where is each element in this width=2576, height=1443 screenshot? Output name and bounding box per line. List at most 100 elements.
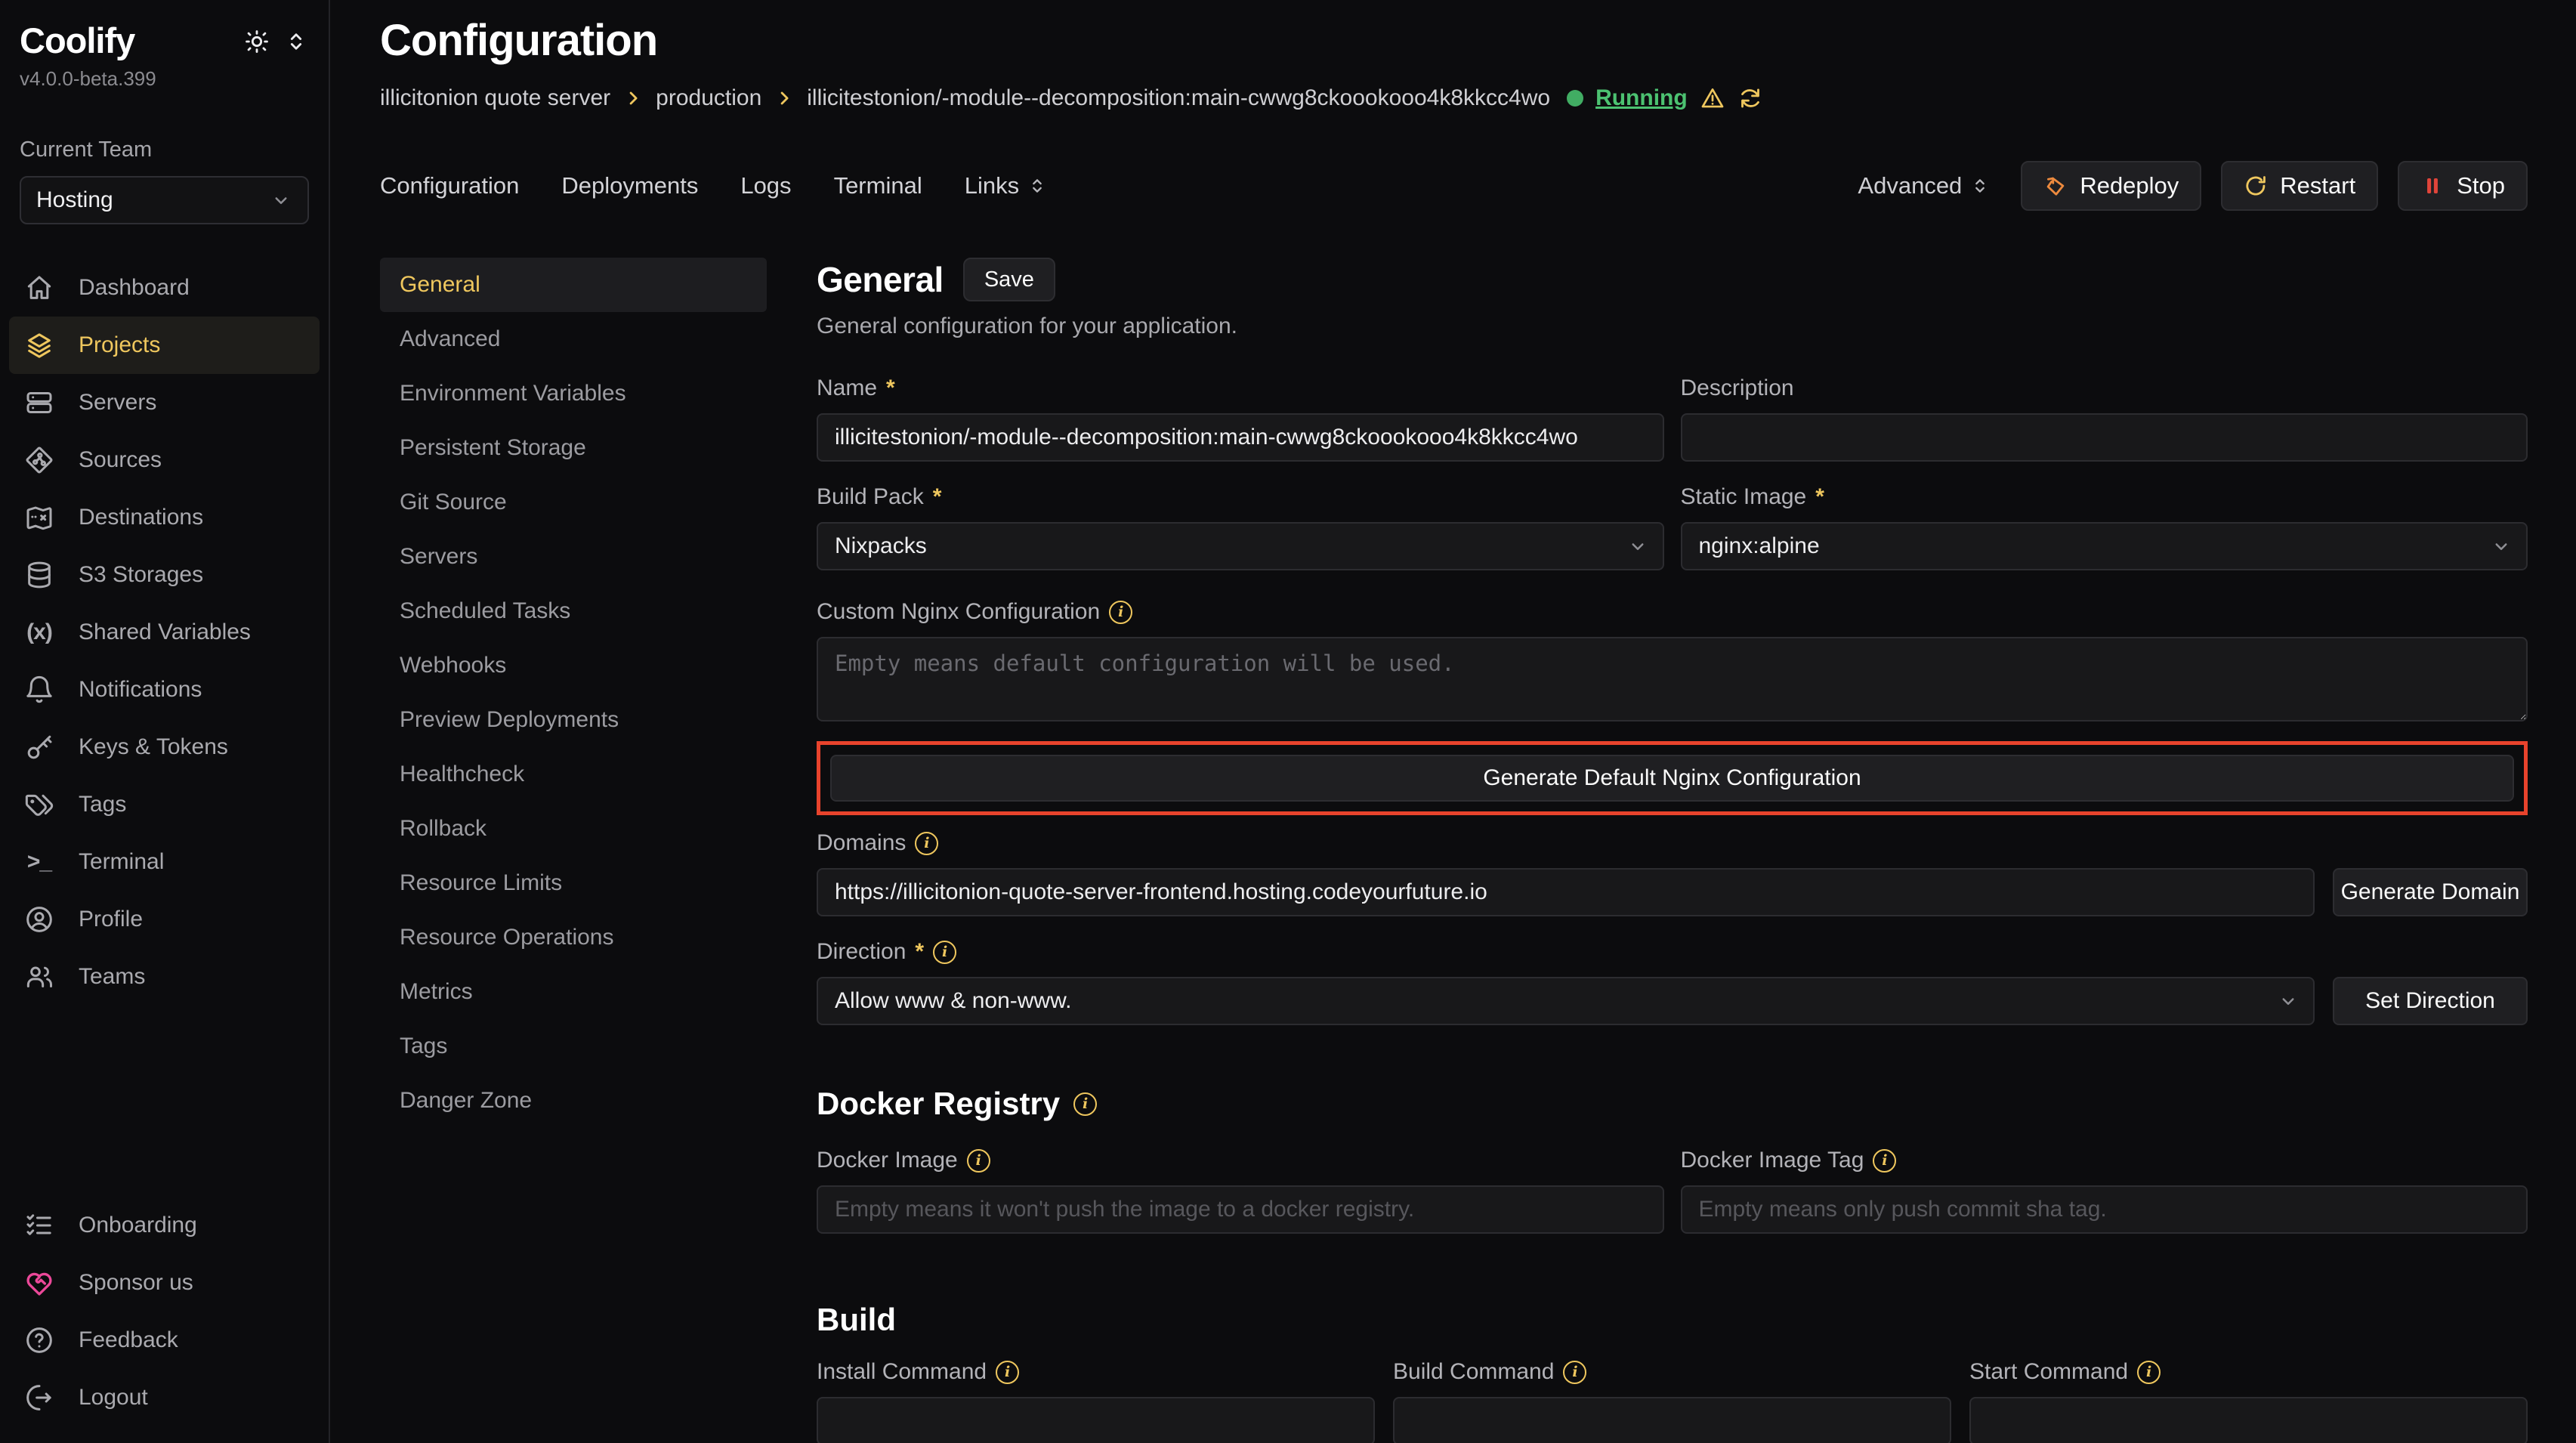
sidebar-item-servers[interactable]: Servers [9, 374, 320, 431]
sidebar-item-onboarding[interactable]: Onboarding [9, 1197, 320, 1254]
redeploy-icon [2043, 174, 2068, 198]
info-icon[interactable]: i [996, 1361, 1019, 1384]
sidebar-collapse-icon[interactable] [283, 29, 309, 54]
server-icon [24, 388, 54, 418]
status-running-link[interactable]: Running [1595, 85, 1688, 111]
docker-image-input[interactable] [817, 1185, 1664, 1234]
users-icon [24, 962, 54, 992]
breadcrumb-application[interactable]: illicitestonion/-module--decomposition:m… [807, 85, 1550, 111]
team-select[interactable]: Hosting [20, 176, 309, 224]
subnav-persistent-storage[interactable]: Persistent Storage [380, 421, 767, 475]
description-input[interactable] [1681, 413, 2528, 462]
direction-label: Direction* i [817, 939, 2528, 965]
app-logo: Coolify [20, 20, 134, 61]
restart-button[interactable]: Restart [2221, 161, 2378, 211]
chevrons-up-down-icon [1027, 175, 1048, 196]
info-icon[interactable]: i [915, 832, 938, 855]
subnav-preview-deployments[interactable]: Preview Deployments [380, 693, 767, 747]
save-button[interactable]: Save [963, 258, 1055, 301]
info-icon[interactable]: i [933, 941, 956, 964]
subnav-git-source[interactable]: Git Source [380, 475, 767, 530]
generate-nginx-button[interactable]: Generate Default Nginx Configuration [830, 755, 2514, 802]
info-icon[interactable]: i [967, 1149, 990, 1173]
install-command-input[interactable] [817, 1397, 1375, 1443]
action-buttons: Advanced Redeploy Restart Stop [1858, 161, 2528, 211]
advanced-dropdown[interactable]: Advanced [1858, 172, 1991, 199]
subnav-tags[interactable]: Tags [380, 1019, 767, 1074]
docker-image-tag-input[interactable] [1681, 1185, 2528, 1234]
heart-handshake-icon [24, 1268, 54, 1298]
start-command-input[interactable] [1969, 1397, 2528, 1443]
domains-label: Domains i [817, 830, 2528, 856]
name-input[interactable] [817, 413, 1664, 462]
git-diamond-icon [24, 445, 54, 475]
direction-select[interactable]: Allow www & non-www. [817, 977, 2315, 1025]
static-image-select[interactable]: nginx:alpine [1681, 522, 2528, 570]
tab-logs[interactable]: Logs [740, 172, 791, 199]
info-icon[interactable]: i [1073, 1092, 1097, 1116]
stop-button[interactable]: Stop [2398, 161, 2528, 211]
sidebar-item-notifications[interactable]: Notifications [9, 661, 320, 718]
sidebar-item-feedback[interactable]: Feedback [9, 1312, 320, 1369]
subnav-resource-limits[interactable]: Resource Limits [380, 856, 767, 910]
nginx-config-textarea[interactable] [817, 637, 2528, 722]
breadcrumb-environment[interactable]: production [656, 85, 761, 111]
current-team-label: Current Team [20, 138, 309, 162]
build-pack-select[interactable]: Nixpacks [817, 522, 1664, 570]
sidebar-item-projects[interactable]: Projects [9, 317, 320, 374]
subnav-environment-variables[interactable]: Environment Variables [380, 366, 767, 421]
info-icon[interactable]: i [1563, 1361, 1586, 1384]
sidebar-item-logout[interactable]: Logout [9, 1369, 320, 1426]
subnav-advanced[interactable]: Advanced [380, 312, 767, 366]
bell-icon [24, 675, 54, 705]
subnav-danger-zone[interactable]: Danger Zone [380, 1074, 767, 1128]
sidebar-item-dashboard[interactable]: Dashboard [9, 259, 320, 317]
sidebar-item-teams[interactable]: Teams [9, 948, 320, 1006]
general-subtitle: General configuration for your applicati… [817, 314, 2528, 339]
info-icon[interactable]: i [1109, 601, 1132, 624]
info-icon[interactable]: i [2137, 1361, 2161, 1384]
tab-links[interactable]: Links [965, 172, 1048, 199]
restart-icon [2244, 174, 2268, 198]
generate-domain-button[interactable]: Generate Domain [2333, 868, 2528, 916]
highlight-box: Generate Default Nginx Configuration [817, 741, 2528, 815]
sidebar-item-destinations[interactable]: Destinations [9, 489, 320, 546]
subnav-rollback[interactable]: Rollback [380, 802, 767, 856]
breadcrumb-project[interactable]: illicitonion quote server [380, 85, 610, 111]
subnav-metrics[interactable]: Metrics [380, 965, 767, 1019]
subnav-servers[interactable]: Servers [380, 530, 767, 584]
sidebar-item-sources[interactable]: Sources [9, 431, 320, 489]
sidebar-item-sponsor-us[interactable]: Sponsor us [9, 1254, 320, 1312]
status-dot [1567, 90, 1583, 107]
subnav-healthcheck[interactable]: Healthcheck [380, 747, 767, 802]
tab-deployments[interactable]: Deployments [561, 172, 698, 199]
team-select-value: Hosting [36, 187, 113, 213]
docker-image-tag-label: Docker Image Tag i [1681, 1148, 2528, 1173]
sidebar-item-label: Profile [79, 907, 143, 932]
sidebar-item-label: Logout [79, 1385, 148, 1411]
subnav-webhooks[interactable]: Webhooks [380, 638, 767, 693]
theme-toggle-sun-icon[interactable] [244, 29, 270, 54]
build-command-input[interactable] [1393, 1397, 1951, 1443]
subnav-resource-operations[interactable]: Resource Operations [380, 910, 767, 965]
sidebar-item-shared-variables[interactable]: (x) Shared Variables [9, 604, 320, 661]
refresh-icon[interactable] [1737, 85, 1763, 111]
sidebar-item-s3-storages[interactable]: S3 Storages [9, 546, 320, 604]
general-form: General Save General configuration for y… [817, 258, 2528, 1443]
redeploy-button[interactable]: Redeploy [2021, 161, 2201, 211]
tab-configuration[interactable]: Configuration [380, 172, 519, 199]
sidebar-item-keys-tokens[interactable]: Keys & Tokens [9, 718, 320, 776]
sidebar-item-tags[interactable]: Tags [9, 776, 320, 833]
tab-terminal[interactable]: Terminal [834, 172, 922, 199]
subnav-general[interactable]: General [380, 258, 767, 312]
subnav-scheduled-tasks[interactable]: Scheduled Tasks [380, 584, 767, 638]
sidebar-item-profile[interactable]: Profile [9, 891, 320, 948]
set-direction-button[interactable]: Set Direction [2333, 977, 2528, 1025]
domains-input[interactable] [817, 868, 2315, 916]
nginx-config-label: Custom Nginx Configuration i [817, 599, 2528, 625]
sidebar-item-label: Sponsor us [79, 1270, 193, 1296]
info-icon[interactable]: i [1873, 1149, 1896, 1173]
database-icon [24, 560, 54, 590]
sidebar-item-terminal[interactable]: >_ Terminal [9, 833, 320, 891]
map-icon [24, 502, 54, 533]
